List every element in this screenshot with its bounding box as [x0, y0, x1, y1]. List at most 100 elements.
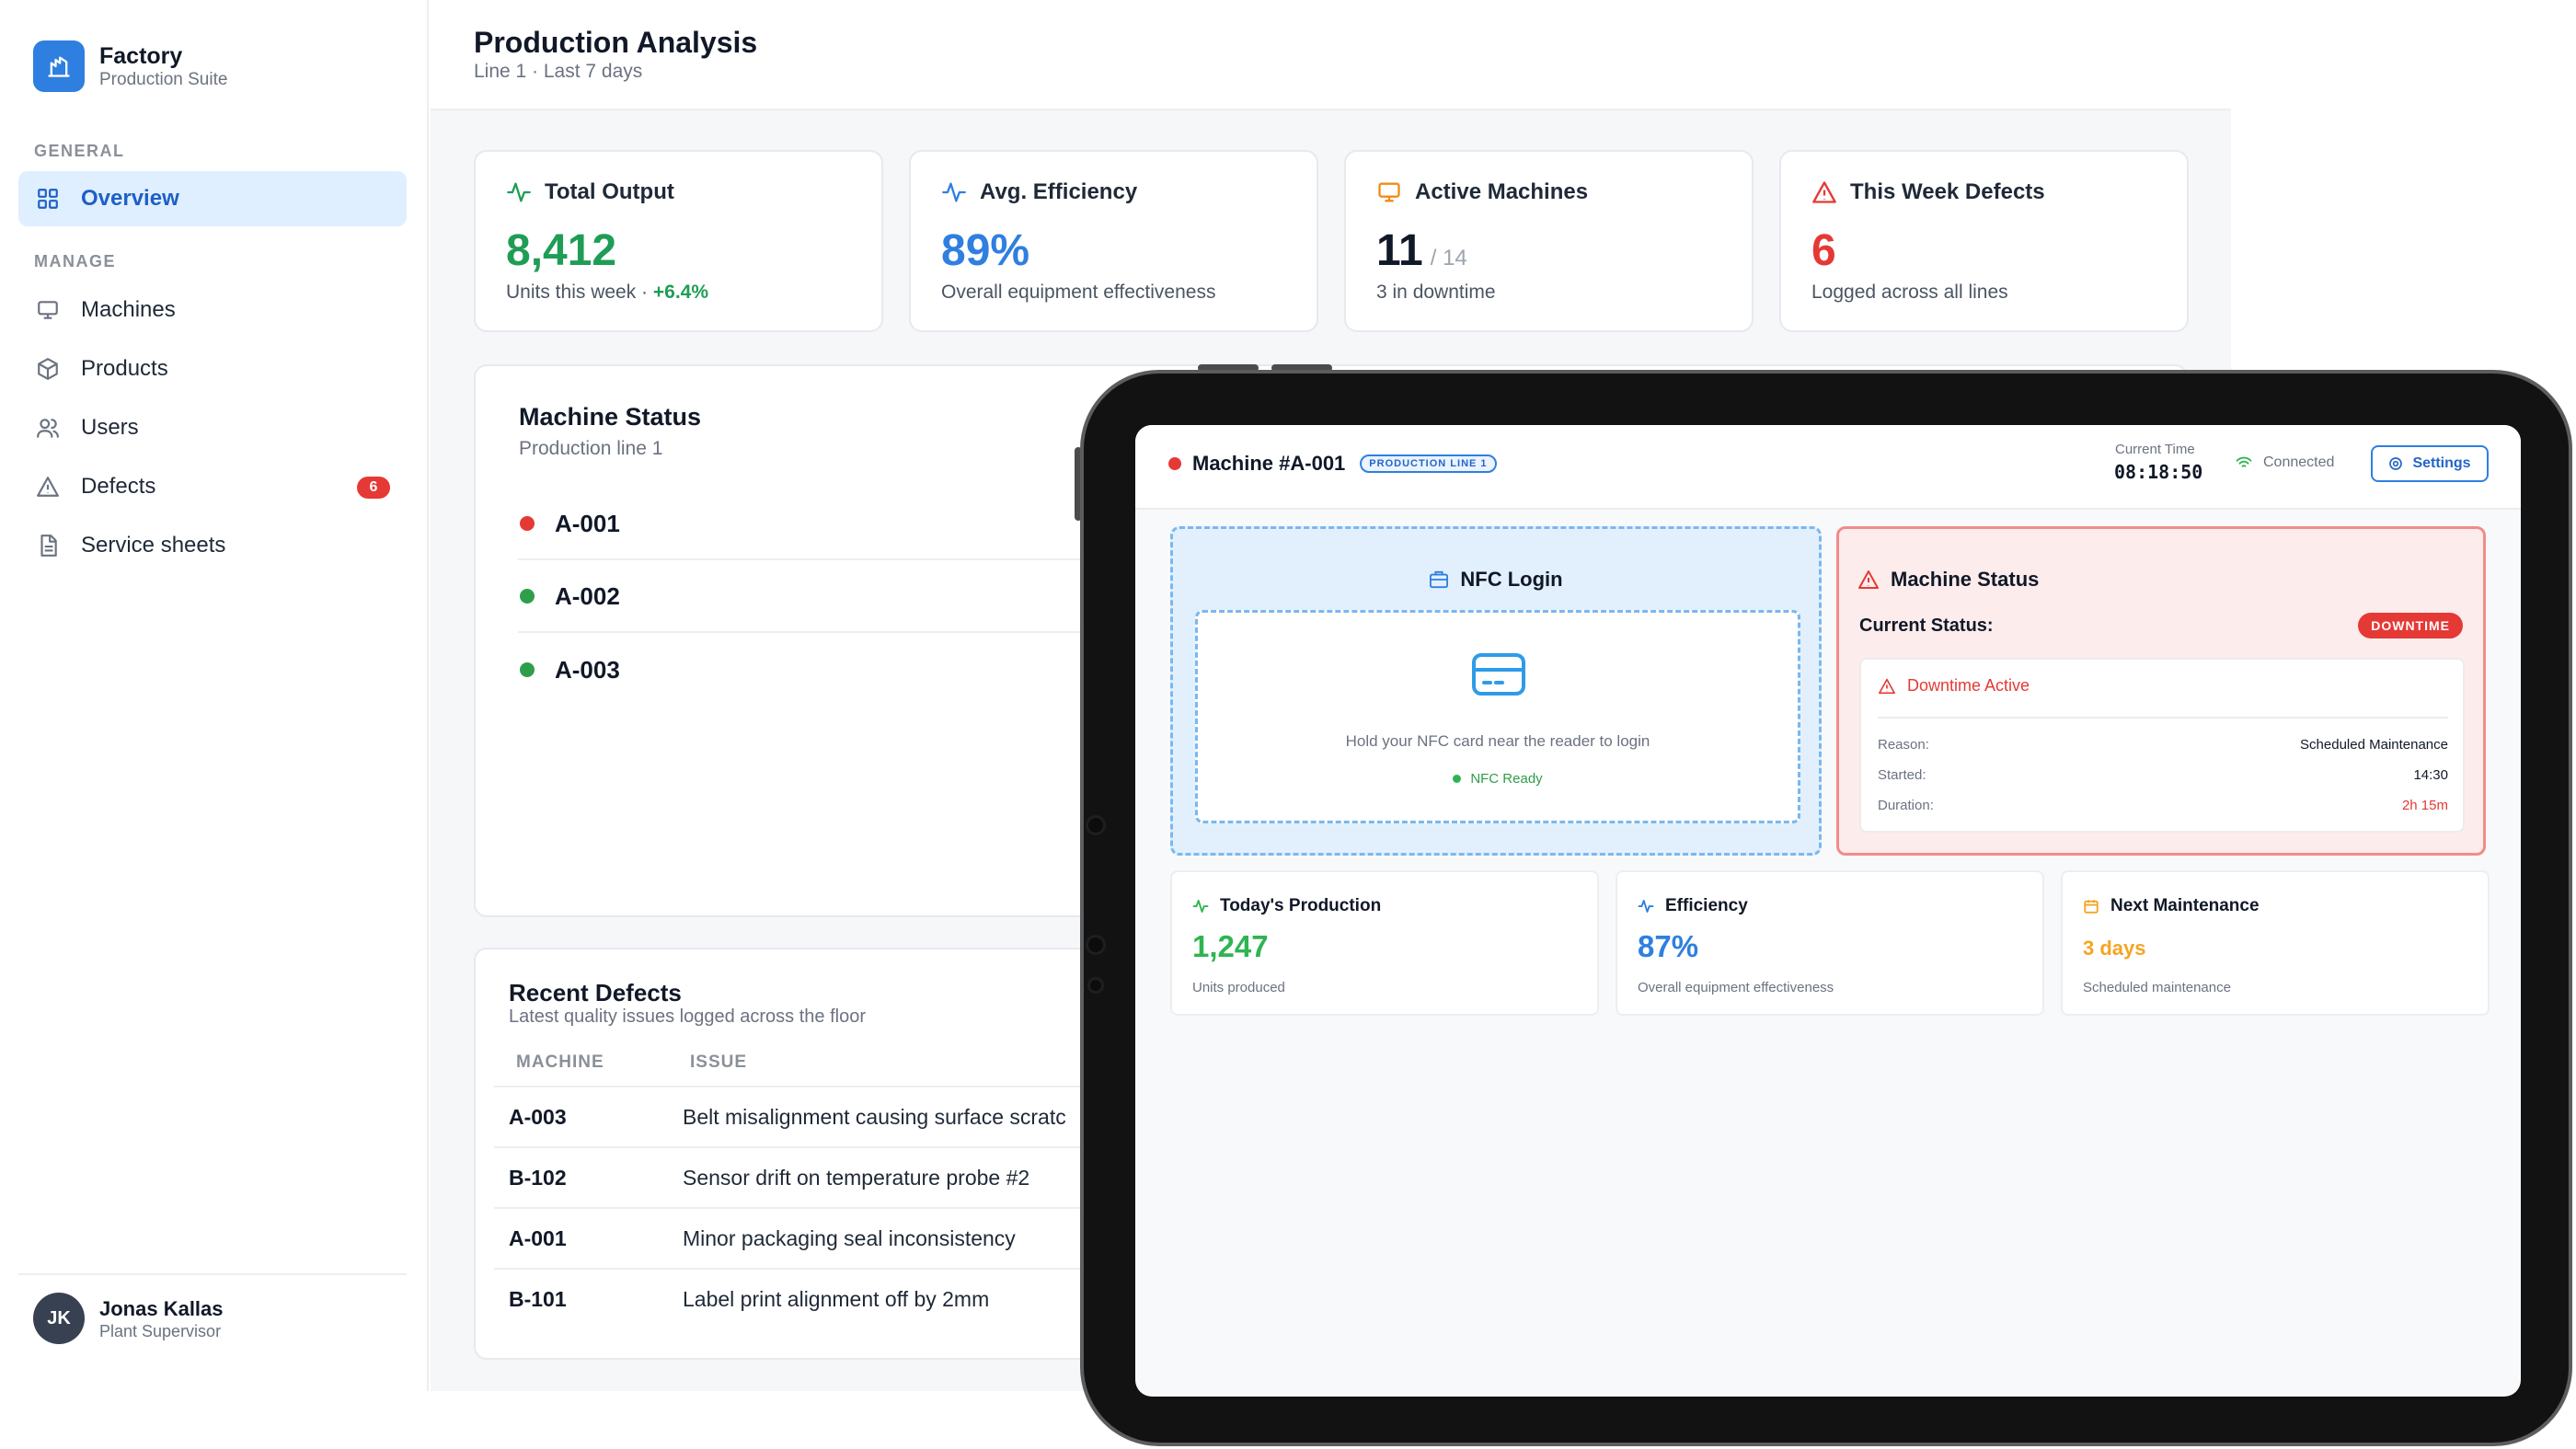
panel-subtitle: Production line 1: [519, 438, 663, 459]
user-profile[interactable]: JK Jonas Kallas Plant Supervisor: [33, 1293, 224, 1344]
stat-card-week-defects: This Week Defects 6 Logged across all li…: [1779, 150, 2189, 332]
brand[interactable]: Factory Production Suite: [33, 40, 227, 92]
downtime-value: 14:30: [2413, 767, 2448, 783]
alert-triangle-icon: [1857, 569, 1891, 590]
nfc-ready-status: NFC Ready: [1198, 771, 1798, 787]
sidebar-item-defects[interactable]: Defects 6: [18, 459, 407, 514]
document-icon: [35, 533, 61, 558]
panel-title: Recent Defects: [509, 979, 682, 1006]
nfc-title-label: NFC Login: [1460, 568, 1563, 591]
sidebar-item-label: Products: [81, 356, 168, 381]
current-time: 08:18:50: [2114, 461, 2203, 483]
status-dot: [520, 662, 535, 677]
tablet-sensor: [1087, 977, 1104, 994]
stat-card-avg-efficiency: Avg. Efficiency 89% Overall equipment ef…: [909, 150, 1318, 332]
connection-label: Connected: [2263, 454, 2335, 470]
nfc-reader-area[interactable]: Hold your NFC card near the reader to lo…: [1195, 610, 1800, 823]
stat-value: 89%: [941, 226, 1030, 275]
page-subtitle: Line 1 · Last 7 days: [474, 61, 643, 82]
sidebar-item-products[interactable]: Products: [18, 341, 407, 397]
kpi-head: Next Maintenance: [2083, 896, 2260, 916]
downtime-header: Downtime Active: [1878, 676, 2030, 696]
defect-machine: B-101: [509, 1287, 567, 1311]
stat-foot: Overall equipment effectiveness: [941, 282, 1216, 303]
activity-icon: [1638, 898, 1665, 914]
column-header-issue: ISSUE: [690, 1052, 748, 1072]
sidebar-item-users[interactable]: Users: [18, 400, 407, 455]
activity-icon: [1192, 898, 1220, 914]
page-title: Production Analysis: [474, 26, 758, 59]
tablet-top-bar: Machine #A-001 PRODUCTION LINE 1 Current…: [1135, 425, 2521, 510]
nfc-hint: Hold your NFC card near the reader to lo…: [1345, 732, 1650, 750]
stat-value-number: 11: [1376, 226, 1423, 275]
kpi-title: Efficiency: [1665, 896, 1748, 915]
brand-title: Factory: [99, 43, 183, 69]
sidebar-item-label: Machines: [81, 297, 176, 322]
defect-issue: Minor packaging seal inconsistency: [683, 1226, 1016, 1250]
nfc-ready-label: NFC Ready: [1470, 771, 1543, 787]
wifi-icon: [2236, 456, 2263, 469]
downtime-value: Scheduled Maintenance: [2300, 737, 2448, 753]
production-line-pill: PRODUCTION LINE 1: [1360, 454, 1497, 473]
tablet-screen: Machine #A-001 PRODUCTION LINE 1 Current…: [1135, 425, 2521, 1397]
monitor-icon: [1376, 179, 1402, 205]
stat-label: Avg. Efficiency: [980, 179, 1138, 204]
stat-value: 6: [1811, 226, 1836, 275]
divider: [1878, 717, 2448, 719]
divider: [18, 1273, 407, 1275]
calendar-icon: [2083, 898, 2110, 914]
alert-triangle-icon: [1878, 678, 1907, 695]
defect-issue: Sensor drift on temperature probe #2: [683, 1166, 1030, 1190]
machine-id: A-002: [555, 581, 620, 610]
brand-subtitle: Production Suite: [99, 70, 228, 89]
sidebar-item-machines[interactable]: Machines: [18, 282, 407, 338]
stat-label: This Week Defects: [1850, 179, 2045, 204]
stat-value-of: / 14: [1430, 246, 1467, 270]
status-title: Machine Status: [1857, 568, 2039, 592]
kpi-value: 3 days: [2083, 937, 2146, 960]
current-status-label: Current Status:: [1859, 615, 1994, 636]
settings-button[interactable]: Settings: [2371, 445, 2489, 482]
sidebar-item-label: Overview: [81, 186, 179, 211]
downtime-key: Started:: [1878, 767, 1926, 783]
sidebar-item-label: Users: [81, 415, 139, 440]
defect-machine: B-102: [509, 1166, 567, 1190]
status-dot: [1453, 775, 1462, 783]
current-time-label: Current Time: [2115, 442, 2195, 457]
defect-issue: Label print alignment off by 2mm: [683, 1287, 990, 1311]
box-icon: [35, 356, 61, 382]
tablet-device: Machine #A-001 PRODUCTION LINE 1 Current…: [1080, 370, 2572, 1446]
stat-foot: 3 in downtime: [1376, 282, 1496, 303]
defect-machine: A-001: [509, 1226, 567, 1250]
kpi-value: 1,247: [1192, 929, 1269, 963]
defects-count-badge: 6: [357, 477, 390, 499]
activity-icon: [506, 179, 532, 205]
sidebar-item-service-sheets[interactable]: Service sheets: [18, 518, 407, 573]
status-dot: [520, 516, 535, 531]
factory-logo-icon: [33, 40, 85, 92]
defect-machine: A-003: [509, 1105, 567, 1129]
panel-subtitle: Latest quality issues logged across the …: [509, 1006, 866, 1027]
settings-label: Settings: [2412, 455, 2471, 471]
sidebar: Factory Production Suite GENERAL Overvie…: [0, 0, 429, 1391]
machine-name: Machine #A-001: [1192, 452, 1346, 475]
kpi-sub: Scheduled maintenance: [2083, 980, 2231, 995]
status-title-label: Machine Status: [1891, 568, 2040, 591]
nfc-login-card[interactable]: NFC Login Hold your NFC card near the re…: [1170, 526, 1822, 856]
tablet-camera: [1086, 815, 1106, 835]
stat-value: 11 / 14: [1376, 225, 1467, 284]
nav-section-general: GENERAL: [34, 142, 125, 160]
tablet-sensor: [1086, 935, 1106, 955]
nfc-title: NFC Login: [1173, 568, 1819, 592]
stat-foot-text: Units this week ·: [506, 282, 653, 303]
sidebar-item-overview[interactable]: Overview: [18, 171, 407, 226]
user-name: Jonas Kallas: [99, 1296, 224, 1320]
stat-foot: Units this week · +6.4%: [506, 282, 708, 304]
activity-icon: [941, 179, 967, 205]
alert-triangle-icon: [1811, 179, 1837, 205]
machine-id: A-001: [555, 509, 620, 537]
alert-triangle-icon: [35, 474, 61, 500]
status-dot: [520, 589, 535, 604]
machine-id: A-003: [555, 655, 620, 684]
grid-icon: [35, 186, 61, 212]
